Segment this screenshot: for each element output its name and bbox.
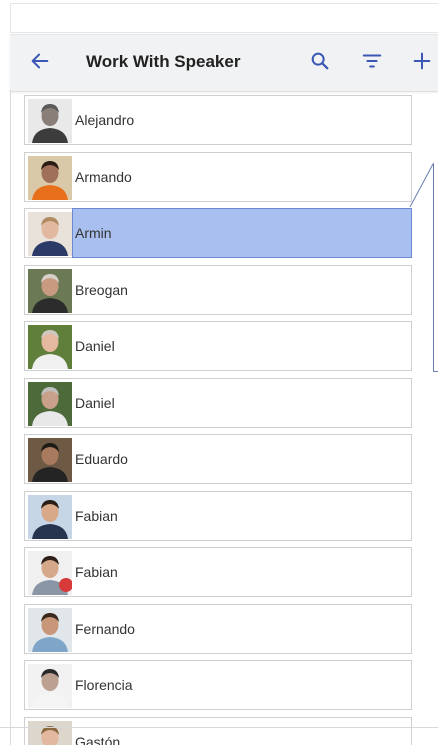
bottom-divider [0, 727, 438, 728]
callout-connector [409, 163, 434, 208]
app-screen: Work With Speaker Alejandro Armando Armi… [0, 0, 438, 745]
callout-box [433, 163, 438, 372]
